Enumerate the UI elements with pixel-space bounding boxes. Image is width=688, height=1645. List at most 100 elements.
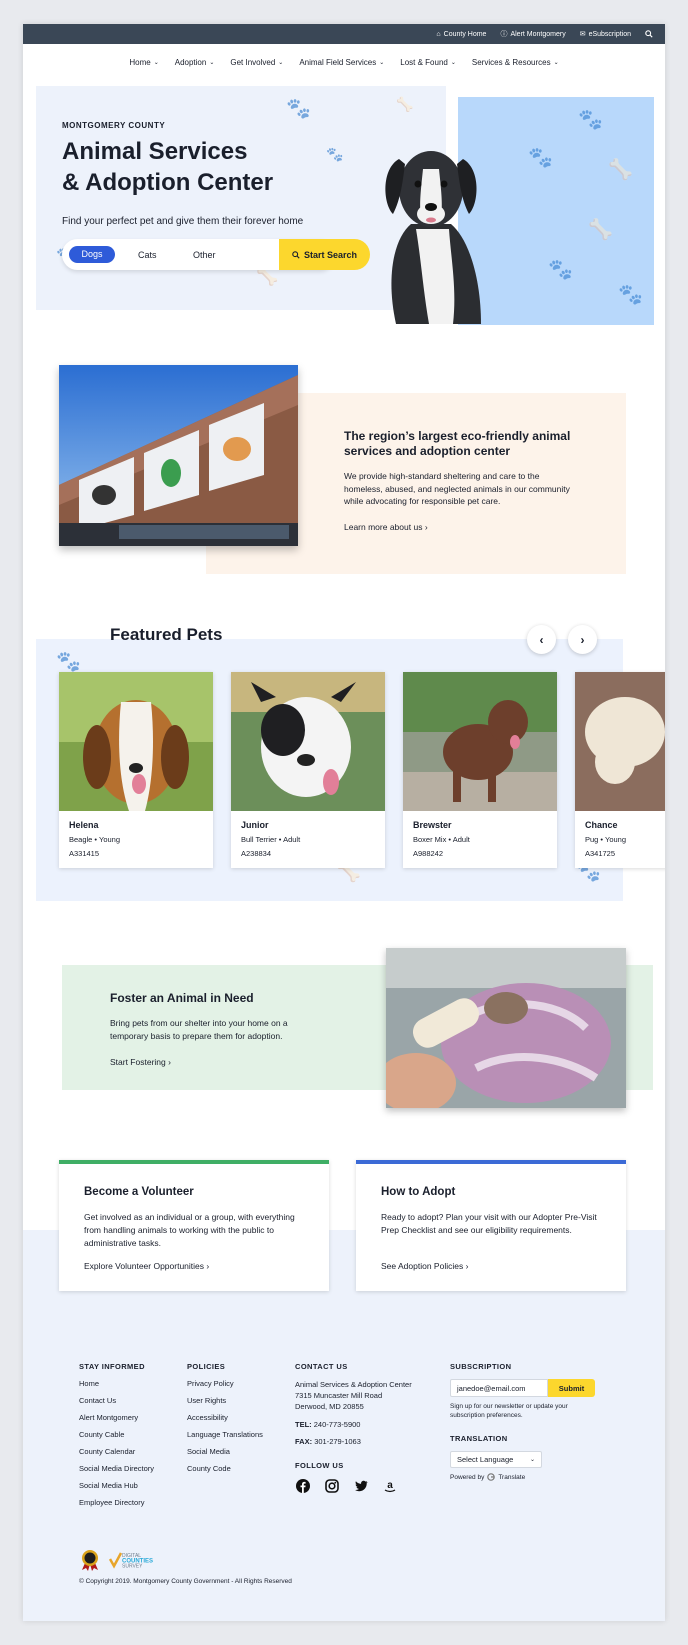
nav-get-involved[interactable]: Get Involved ⌄ (230, 58, 283, 67)
alert-label: Alert Montgomery (510, 30, 566, 38)
chevron-down-icon: ⌄ (153, 59, 159, 66)
alert-icon: ⓘ (500, 31, 508, 38)
search-button[interactable] (645, 30, 653, 38)
chevron-down-icon: ⌄ (209, 59, 215, 66)
paw-icon: 🐾 (548, 259, 573, 281)
email-field[interactable]: janedoe@email.com (450, 1379, 548, 1397)
follow-us-heading: FOLLOW US (295, 1461, 344, 1470)
powered-by-label: Powered by (450, 1473, 485, 1481)
nav-lost-label: Lost & Found (400, 57, 448, 67)
translate-label[interactable]: Translate (498, 1474, 525, 1481)
pet-card[interactable]: Junior Bull Terrier • Adult A238834 (231, 672, 385, 868)
footer-link-calendar[interactable]: County Calendar (79, 1447, 154, 1464)
option-cats[interactable]: Cats (138, 247, 157, 264)
chevron-right-icon: › (465, 1261, 469, 1271)
translation-heading: TRANSLATION (450, 1434, 508, 1443)
search-icon (292, 250, 300, 259)
alert-montgomery-link[interactable]: ⓘ Alert Montgomery (500, 29, 565, 39)
nav-home[interactable]: Home ⌄ (129, 58, 158, 67)
volunteer-title: Become a Volunteer (84, 1186, 194, 1198)
pet-photo (231, 672, 385, 811)
footer-link-contact[interactable]: Contact Us (79, 1396, 154, 1413)
chevron-down-icon: ⌄ (379, 59, 385, 66)
chevron-right-icon: › (424, 522, 428, 532)
start-search-button[interactable]: Start Search (279, 239, 370, 270)
pet-breed: Pug • Young (585, 835, 627, 844)
facebook-icon[interactable] (295, 1478, 310, 1493)
hero-eyebrow: MONTGOMERY COUNTY (62, 121, 166, 130)
footer-link-county-code[interactable]: County Code (187, 1464, 263, 1481)
chevron-down-icon: ⌄ (278, 59, 284, 66)
footer-link-social-hub[interactable]: Social Media Hub (79, 1481, 154, 1498)
footer-link-social-directory[interactable]: Social Media Directory (79, 1464, 154, 1481)
pet-card[interactable]: Helena Beagle • Young A331415 (59, 672, 213, 868)
instagram-icon[interactable] (324, 1478, 339, 1493)
foster-text: Bring pets from our shelter into your ho… (110, 1018, 288, 1041)
utility-bar: ⌂ County Home ⓘ Alert Montgomery ✉ eSubscri… (23, 24, 665, 44)
pet-breed: Bull Terrier • Adult (241, 835, 301, 844)
chevron-left-icon: ‹ (539, 632, 544, 647)
building-illustration (59, 365, 298, 546)
volunteer-link[interactable]: Explore Volunteer Opportunities › (84, 1261, 209, 1271)
footer-policies: POLICIES Privacy Policy User Rights Acce… (187, 1362, 263, 1481)
paw-icon: 🐾 (286, 98, 311, 120)
pet-breed: Boxer Mix • Adult (413, 835, 470, 844)
footer-link-accessibility[interactable]: Accessibility (187, 1413, 263, 1430)
contact-city: Derwood, MD 20855 (295, 1402, 364, 1411)
submit-button[interactable]: Submit (548, 1379, 595, 1397)
learn-more-link[interactable]: Learn more about us › (344, 522, 428, 532)
start-fostering-link[interactable]: Start Fostering › (110, 1057, 171, 1067)
option-dogs[interactable]: Dogs (69, 246, 115, 263)
amazon-icon[interactable]: a (382, 1478, 397, 1493)
twitter-icon[interactable] (353, 1478, 368, 1493)
paw-icon: 🐾 (528, 147, 553, 169)
tel-value[interactable]: 240-773-5900 (314, 1420, 361, 1429)
footer-link-alert[interactable]: Alert Montgomery (79, 1413, 154, 1430)
footer-link-language[interactable]: Language Translations (187, 1430, 263, 1447)
about-title: The region’s largest eco-friendly animal… (344, 429, 571, 458)
footer-link-cable[interactable]: County Cable (79, 1430, 154, 1447)
nav-lost-found[interactable]: Lost & Found ⌄ (400, 58, 456, 67)
county-home-link[interactable]: ⌂ County Home (436, 31, 486, 38)
nav-animal-field-services[interactable]: Animal Field Services ⌄ (299, 58, 384, 67)
option-other[interactable]: Other (193, 247, 216, 264)
footer-subscription: SUBSCRIPTION janedoe@email.com Submit Si… (450, 1362, 595, 1481)
nav-services-resources[interactable]: Services & Resources ⌄ (472, 58, 559, 67)
page: ⌂ County Home ⓘ Alert Montgomery ✉ eSubscri… (23, 24, 665, 1621)
nav-adoption[interactable]: Adoption ⌄ (175, 58, 215, 67)
adopt-link[interactable]: See Adoption Policies › (381, 1261, 468, 1271)
footer-link-user-rights[interactable]: User Rights (187, 1396, 263, 1413)
google-icon (487, 1473, 496, 1481)
footer-link-social-media[interactable]: Social Media (187, 1447, 263, 1464)
card-accent-bar (59, 1160, 329, 1164)
pet-name: Chance (585, 820, 618, 830)
chevron-right-icon: › (580, 632, 585, 647)
pet-card[interactable]: Brewster Boxer Mix • Adult A988242 (403, 672, 557, 868)
main-nav: Home ⌄ Adoption ⌄ Get Involved ⌄ Animal Fie… (23, 50, 665, 74)
footer-link-employee-directory[interactable]: Employee Directory (79, 1498, 154, 1515)
fax-value: 301-279-1063 (314, 1437, 361, 1446)
pet-card[interactable]: Chance Pug • Young A341725 (575, 672, 665, 868)
bone-icon: 🦴 (396, 96, 414, 112)
language-select[interactable]: Select Language ⌄ (450, 1451, 542, 1468)
tel-label: TEL: (295, 1420, 312, 1429)
paw-icon: 🐾 (618, 284, 643, 306)
puppy-image (385, 151, 481, 324)
carousel-prev-button[interactable]: ‹ (527, 625, 556, 654)
bone-icon: 🦴 (588, 219, 613, 241)
footer-heading: STAY INFORMED (79, 1362, 145, 1371)
start-fostering-label: Start Fostering (110, 1057, 166, 1067)
volunteer-card: Become a Volunteer Get involved as an in… (59, 1160, 329, 1291)
volunteer-text: Get involved as an individual or a group… (84, 1212, 295, 1248)
esubscription-label: eSubscription (588, 30, 631, 38)
kitten-illustration (386, 948, 626, 1108)
footer-link-privacy[interactable]: Privacy Policy (187, 1379, 263, 1396)
footer-heading: SUBSCRIPTION (450, 1362, 512, 1371)
adopt-link-label: See Adoption Policies (381, 1261, 464, 1271)
nav-services-label: Services & Resources (471, 57, 551, 67)
pet-photo (575, 672, 665, 811)
carousel-next-button[interactable]: › (568, 625, 597, 654)
pet-name: Junior (241, 820, 269, 830)
footer-link-home[interactable]: Home (79, 1379, 154, 1396)
esubscription-link[interactable]: ✉ eSubscription (580, 30, 631, 39)
